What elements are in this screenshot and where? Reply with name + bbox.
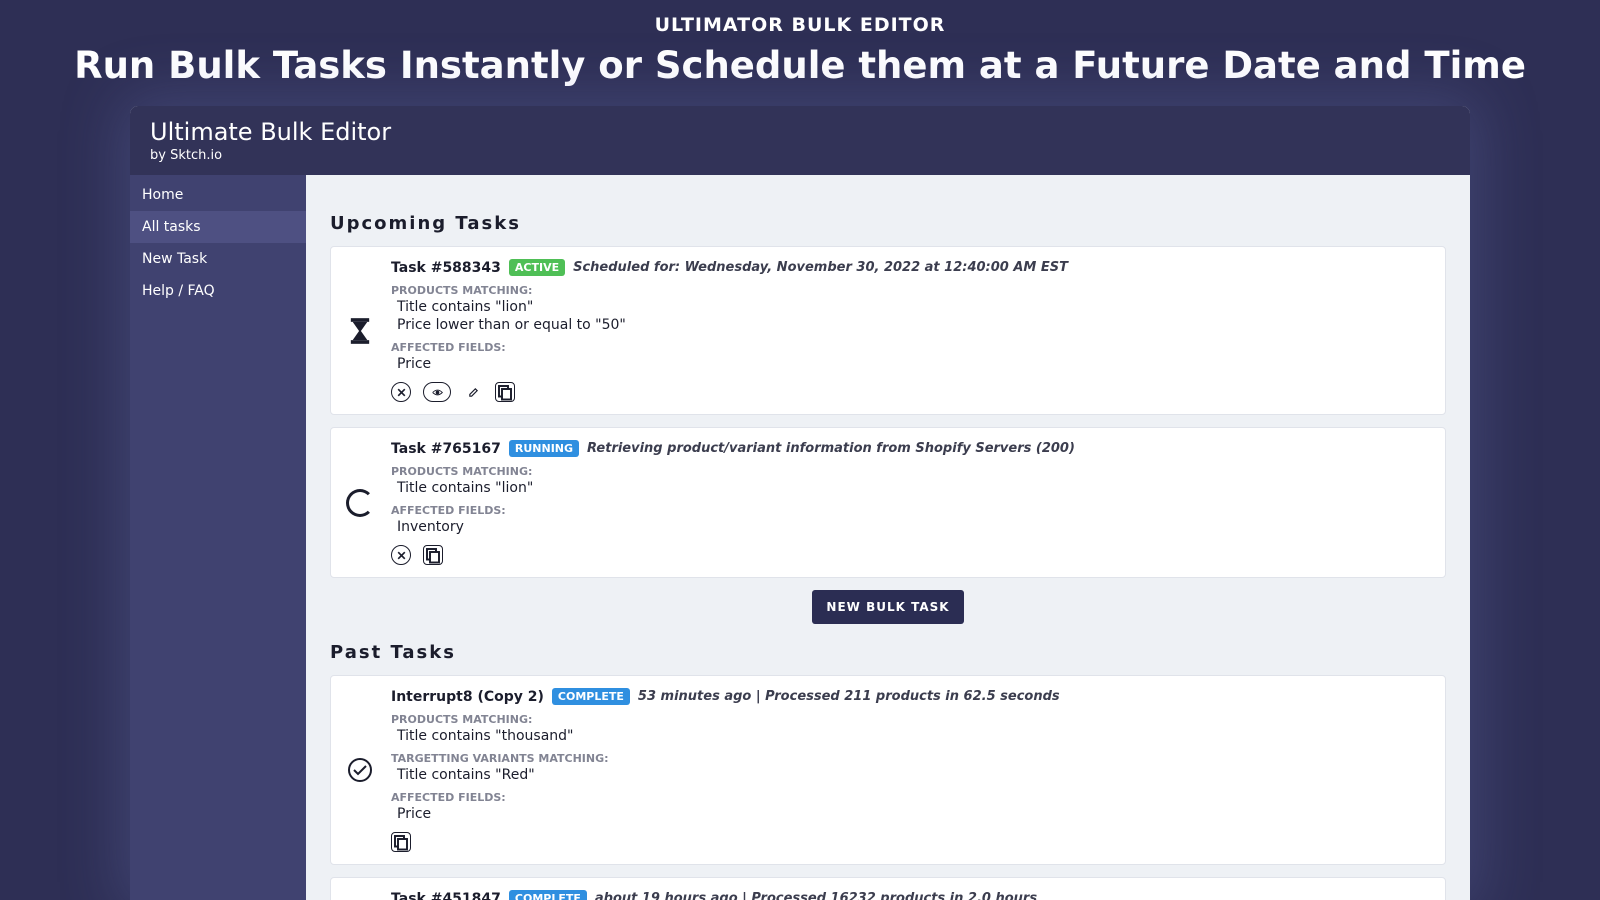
cancel-icon[interactable] — [391, 382, 411, 402]
status-badge: RUNNING — [509, 440, 579, 457]
task-card: Task #588343 ACTIVE Scheduled for: Wedne… — [330, 246, 1446, 415]
sidebar-item-new-task[interactable]: New Task — [130, 243, 306, 275]
status-badge: ACTIVE — [509, 259, 565, 276]
check-circle-icon — [343, 688, 377, 852]
sidebar: Home All tasks New Task Help / FAQ — [130, 175, 306, 900]
edit-icon[interactable] — [463, 382, 483, 402]
new-bulk-task-button[interactable]: NEW BULK TASK — [812, 590, 963, 624]
affected-field: Price — [397, 806, 1429, 822]
affected-fields-label: AFFECTED FIELDS: — [391, 341, 1429, 354]
task-title: Task #451847 — [391, 891, 501, 900]
match-rule: Title contains "lion" — [397, 299, 1429, 315]
copy-icon[interactable] — [495, 382, 515, 402]
task-title: Task #588343 — [391, 260, 501, 276]
task-status: 53 minutes ago | Processed 211 products … — [638, 689, 1060, 704]
sidebar-item-help[interactable]: Help / FAQ — [130, 275, 306, 307]
affected-field: Price — [397, 356, 1429, 372]
status-badge: COMPLETE — [509, 890, 587, 900]
task-title: Interrupt8 (Copy 2) — [391, 689, 544, 705]
match-rule: Title contains "thousand" — [397, 728, 1429, 744]
task-card: Task #451847 COMPLETE about 19 hours ago… — [330, 877, 1446, 900]
main-content: Upcoming Tasks Task #588343 ACTIVE Sched… — [306, 175, 1470, 900]
brand-link[interactable]: Sktch.io — [170, 148, 222, 163]
promo-subtitle: Run Bulk Tasks Instantly or Schedule the… — [0, 40, 1600, 93]
affected-fields-label: AFFECTED FIELDS: — [391, 504, 1429, 517]
task-card: Interrupt8 (Copy 2) COMPLETE 53 minutes … — [330, 675, 1446, 865]
status-badge: COMPLETE — [552, 688, 630, 705]
match-rule: Price lower than or equal to "50" — [397, 317, 1429, 333]
app-title: Ultimate Bulk Editor — [150, 118, 1450, 146]
promo-title: ULTIMATOR BULK EDITOR — [0, 0, 1600, 40]
variant-rule: Title contains "Red" — [397, 767, 1429, 783]
task-title: Task #765167 — [391, 441, 501, 457]
app-window: Ultimate Bulk Editor by Sktch.io Home Al… — [130, 106, 1470, 900]
sidebar-item-home[interactable]: Home — [130, 179, 306, 211]
affected-fields-label: AFFECTED FIELDS: — [391, 791, 1429, 804]
task-card: Task #765167 RUNNING Retrieving product/… — [330, 427, 1446, 578]
app-header: Ultimate Bulk Editor by Sktch.io — [130, 106, 1470, 175]
task-status: Scheduled for: Wednesday, November 30, 2… — [573, 260, 1068, 275]
loading-icon — [343, 440, 377, 565]
task-status: Retrieving product/variant information f… — [587, 441, 1075, 456]
view-icon[interactable] — [423, 382, 451, 402]
sidebar-item-all-tasks[interactable]: All tasks — [130, 211, 306, 243]
app-byline: by Sktch.io — [150, 148, 1450, 163]
products-matching-label: PRODUCTS MATCHING: — [391, 465, 1429, 478]
hourglass-icon — [343, 259, 377, 402]
copy-icon[interactable] — [423, 545, 443, 565]
products-matching-label: PRODUCTS MATCHING: — [391, 284, 1429, 297]
products-matching-label: PRODUCTS MATCHING: — [391, 713, 1429, 726]
section-upcoming-title: Upcoming Tasks — [330, 213, 1446, 234]
variants-matching-label: TARGETTING VARIANTS MATCHING: — [391, 752, 1429, 765]
cancel-icon[interactable] — [391, 545, 411, 565]
task-status: about 19 hours ago | Processed 16232 pro… — [595, 891, 1037, 900]
affected-field: Inventory — [397, 519, 1429, 535]
section-past-title: Past Tasks — [330, 642, 1446, 663]
match-rule: Title contains "lion" — [397, 480, 1429, 496]
check-circle-icon — [343, 890, 377, 900]
copy-icon[interactable] — [391, 832, 411, 852]
